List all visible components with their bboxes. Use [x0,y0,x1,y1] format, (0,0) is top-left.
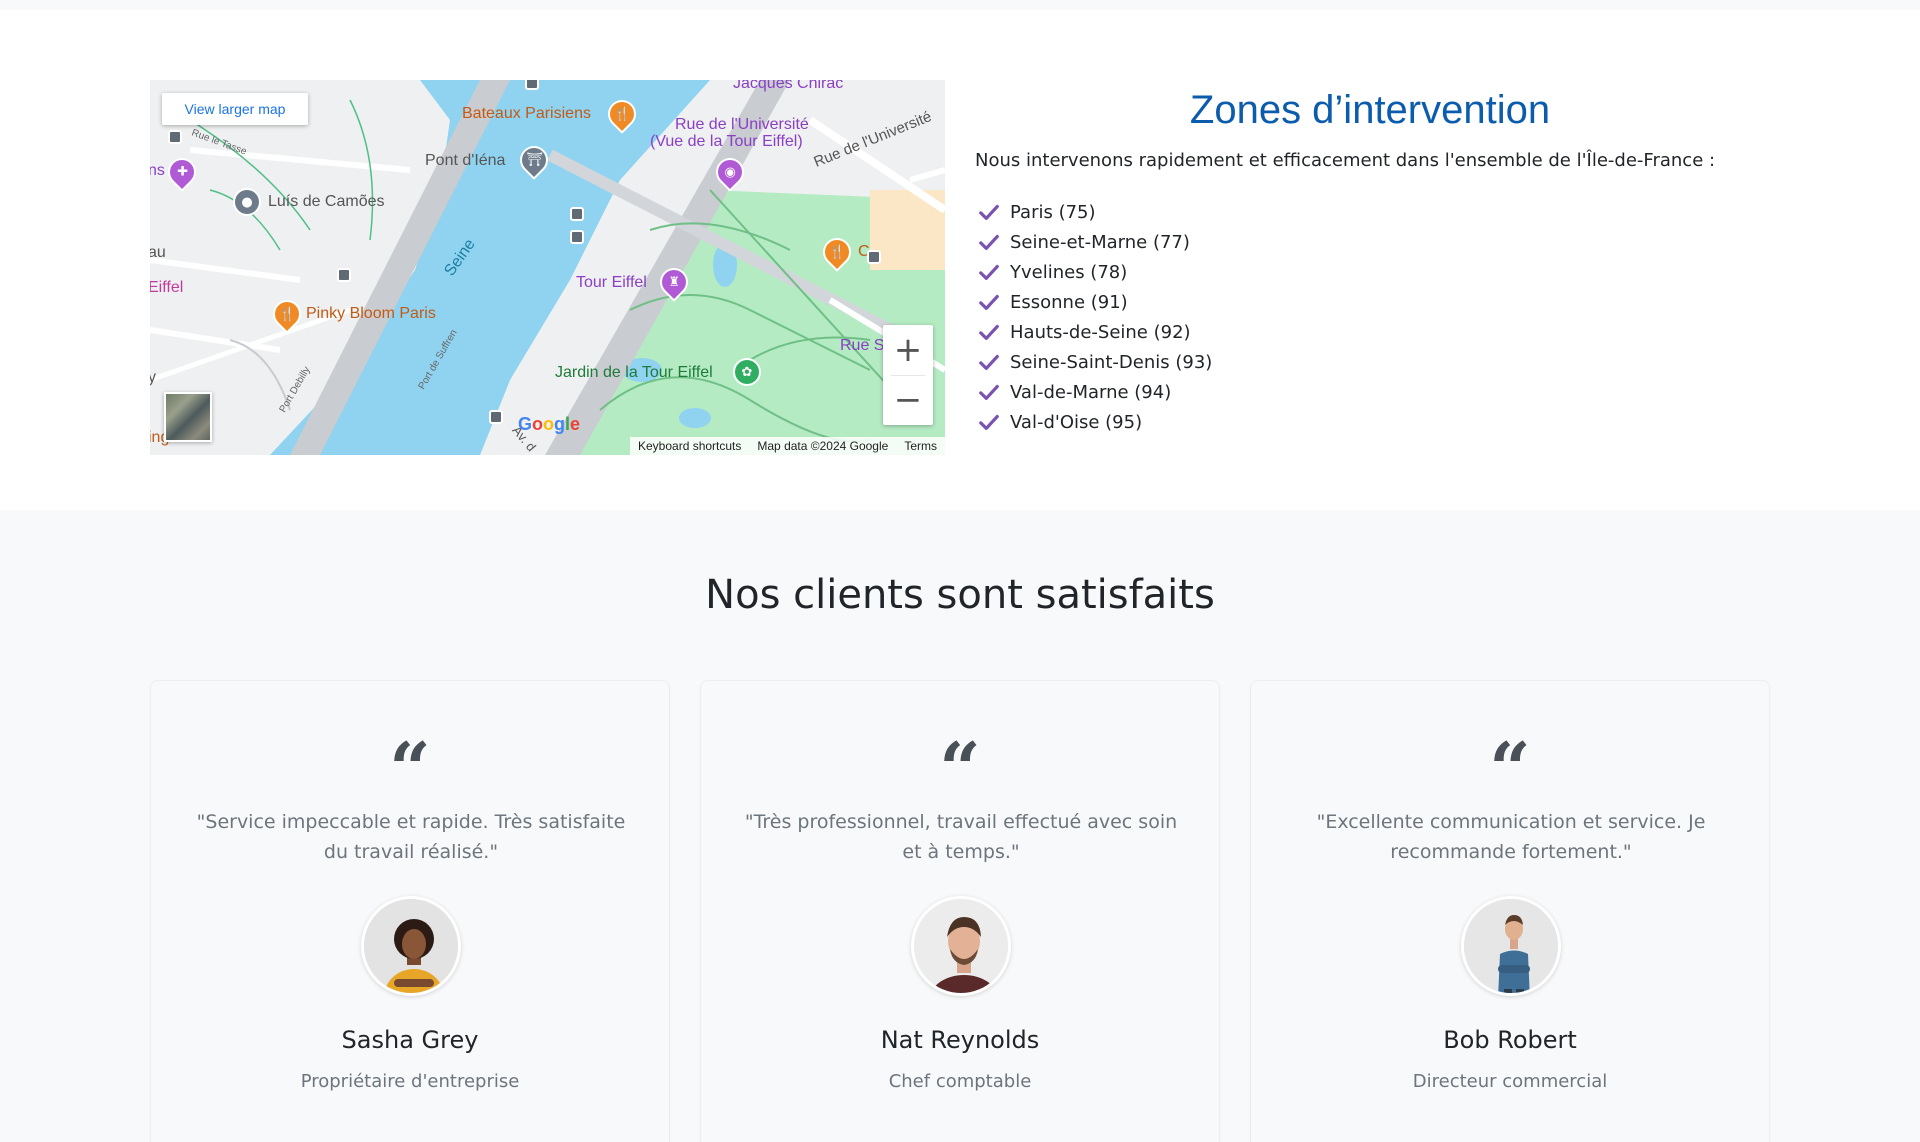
check-icon [979,204,999,221]
testimonial-card: “ "Très professionnel, travail effectué … [700,680,1220,1142]
zone-item: Essonne (91) [978,287,1212,317]
map-label-jardin[interactable]: Jardin de la Tour Eiffel [555,365,713,381]
map-label-ns: ns [150,162,165,179]
avatar [911,896,1011,996]
map-base [150,80,945,455]
view-larger-map-link[interactable]: View larger map [162,93,308,125]
zone-item: Hauts-de-Seine (92) [978,317,1212,347]
zones-title: Zones d’intervention [1189,88,1551,132]
map-label-rue-s: Rue S [840,337,885,354]
zoom-control: + − [883,325,933,425]
zoom-in-button[interactable]: + [883,325,933,375]
zone-label: Paris (75) [1010,201,1096,223]
zone-item: Val-d'Oise (95) [978,407,1212,437]
avatar [1461,896,1561,996]
check-icon [979,234,999,251]
testimonial-role: Directeur commercial [1412,1071,1608,1092]
zone-item: Seine-Saint-Denis (93) [978,347,1212,377]
check-icon [979,354,999,371]
place-pin-icon[interactable]: ● [235,190,259,214]
zone-item: Paris (75) [978,197,1212,227]
map-label-tour-eiffel[interactable]: Tour Eiffel [576,275,647,291]
embedded-map[interactable]: Jacques Chirac Bateaux Parisiens 🍴 Rue d… [150,80,945,455]
garden-pin-icon[interactable]: ✿ [735,360,759,384]
zone-item: Yvelines (78) [978,257,1212,287]
transit-stop-icon[interactable] [525,80,539,90]
transit-stop-icon[interactable] [337,268,351,282]
zone-label: Val-de-Marne (94) [1010,381,1172,403]
zone-item: Val-de-Marne (94) [978,377,1212,407]
testimonial-card: “ "Excellente communication et service. … [1250,680,1770,1142]
map-label-eiffel: Eiffel [150,279,184,296]
transit-stop-icon[interactable] [570,230,584,244]
zones-list: Paris (75) Seine-et-Marne (77) Yvelines (7… [978,197,1212,437]
zone-label: Seine-et-Marne (77) [1010,231,1190,253]
map-label-vue-tour-eiffel[interactable]: (Vue de la Tour Eiffel) [650,134,803,150]
map-label-rue-universite[interactable]: Rue de l'Université [675,117,809,133]
map-label-pont-iena: Pont d'Iéna [425,152,506,169]
transit-stop-icon[interactable] [867,250,881,264]
satellite-layer-toggle[interactable] [164,392,212,442]
keyboard-shortcuts-link[interactable]: Keyboard shortcuts [630,439,749,453]
zoom-out-button[interactable]: − [883,375,933,425]
avatar-sasha-icon [364,899,458,993]
check-icon [979,384,999,401]
map-label-y: y [150,369,156,386]
testimonial-name: Nat Reynolds [880,1026,1040,1054]
transit-stop-icon[interactable] [570,207,584,221]
testimonial-name: Sasha Grey [341,1026,479,1054]
zone-label: Hauts-de-Seine (92) [1010,321,1191,343]
testimonial-text: "Excellente communication et service. Je… [1316,811,1706,863]
map-attribution: Keyboard shortcuts Map data ©2024 Google… [630,437,945,455]
top-strip [0,0,1920,10]
quote-icon: “ [939,726,981,811]
zone-label: Essonne (91) [1010,291,1128,313]
check-icon [979,294,999,311]
transit-stop-icon[interactable] [489,410,503,424]
zones-section: Jacques Chirac Bateaux Parisiens 🍴 Rue d… [0,10,1920,510]
check-icon [979,264,999,281]
quote-icon: “ [1489,726,1531,811]
zone-label: Val-d'Oise (95) [1010,411,1143,433]
map-label-jacques-chirac: Jacques Chirac [733,80,844,92]
map-label-au: au [150,244,166,261]
zone-label: Seine-Saint-Denis (93) [1010,351,1213,373]
testimonial-role: Chef comptable [888,1071,1032,1092]
avatar [361,896,461,996]
map-label-luis-camoes[interactable]: Luís de Camões [268,194,385,210]
map-label-pinky-bloom[interactable]: Pinky Bloom Paris [306,306,436,322]
zone-item: Seine-et-Marne (77) [978,227,1212,257]
map-label-bateaux-parisiens[interactable]: Bateaux Parisiens [462,106,591,122]
zone-label: Yvelines (78) [1010,261,1128,283]
zones-intro: Nous intervenons rapidement et efficacem… [975,150,1716,171]
google-logo: Google [518,414,581,434]
avatar-bob-icon [1464,899,1558,993]
testimonial-text: "Service impeccable et rapide. Très sati… [196,811,626,863]
transit-stop-icon[interactable] [168,130,182,144]
clients-title: Nos clients sont satisfaits [705,572,1215,618]
terms-link[interactable]: Terms [896,439,945,453]
testimonial-text: "Très professionnel, travail effectué av… [744,811,1178,863]
testimonial-role: Propriétaire d'entreprise [300,1071,520,1092]
check-icon [979,414,999,431]
map-data-text: Map data ©2024 Google [757,439,889,453]
testimonial-name: Bob Robert [1443,1026,1577,1054]
quote-icon: “ [389,726,431,811]
check-icon [979,324,999,341]
avatar-nat-icon [914,899,1008,993]
testimonial-card: “ "Service impeccable et rapide. Très sa… [150,680,670,1142]
